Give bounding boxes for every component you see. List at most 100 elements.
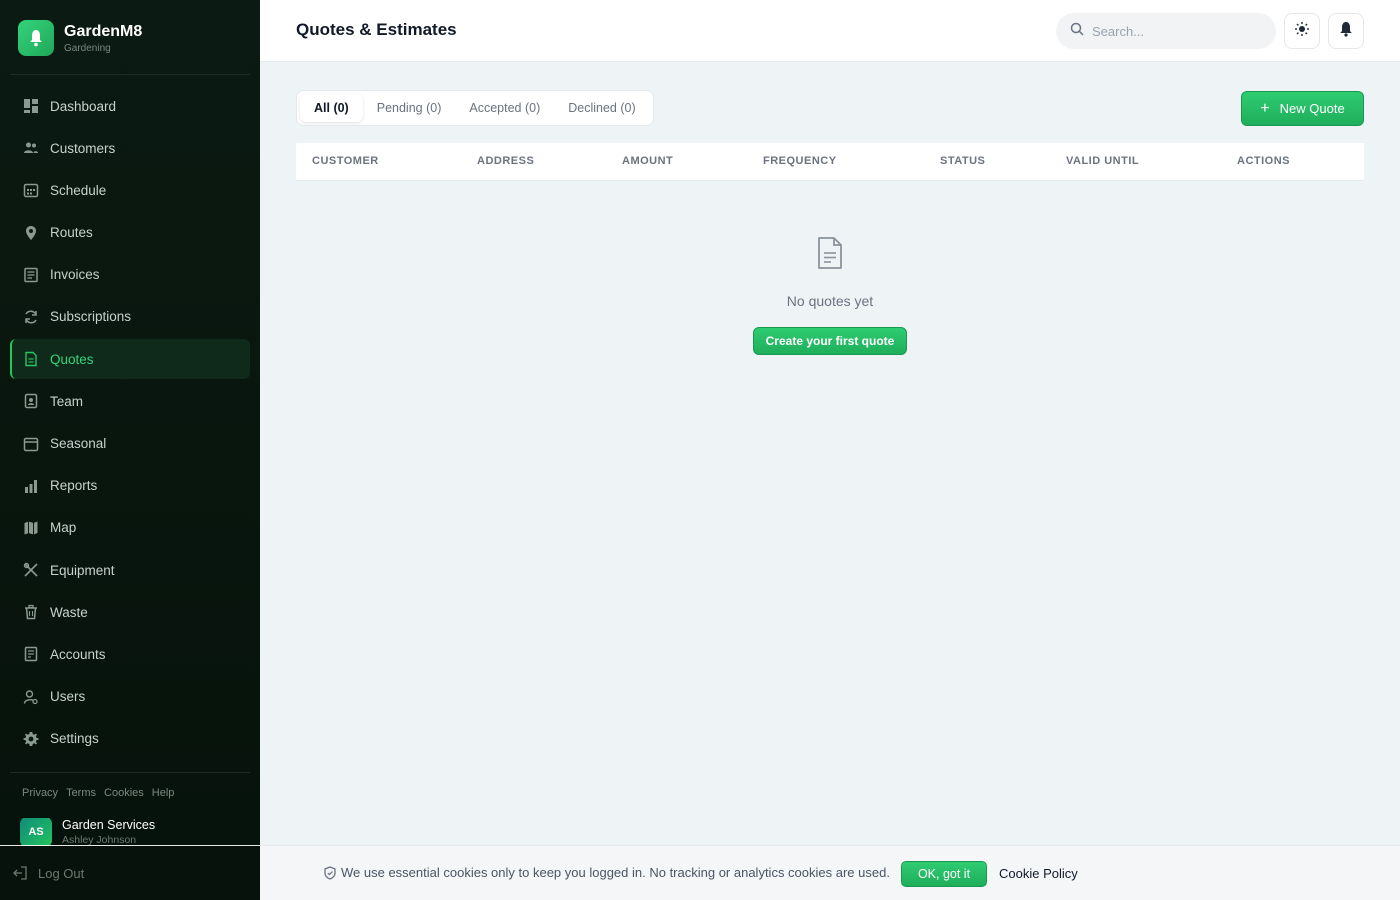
document-icon: [816, 236, 844, 275]
sidebar: GardenM8 Gardening Dashboard Customers S…: [0, 0, 260, 900]
logout-label: Log Out: [38, 865, 85, 881]
user-card[interactable]: AS Garden Services Ashley Johnson: [20, 818, 250, 846]
quotes-table-header: CUSTOMER ADDRESS AMOUNT FREQUENCY STATUS…: [296, 143, 1364, 181]
quote-status-tabs: All (0) Pending (0) Accepted (0) Decline…: [296, 90, 654, 126]
calendar-blank-icon: [22, 435, 40, 453]
sidebar-item-label: Customers: [50, 140, 116, 156]
refresh-icon: [22, 308, 40, 326]
sidebar-item-customers[interactable]: Customers: [10, 128, 250, 168]
sidebar-item-label: Team: [50, 393, 84, 409]
dashboard-icon: [22, 97, 40, 115]
sidebar-item-label: Settings: [50, 731, 99, 747]
sidebar-item-map[interactable]: Map: [10, 508, 250, 548]
shield-icon: [324, 865, 336, 880]
new-quote-button[interactable]: + New Quote: [1241, 91, 1364, 126]
sidebar-item-label: Schedule: [50, 182, 107, 198]
invoice-icon: [22, 266, 40, 284]
page-title: Quotes & Estimates: [296, 20, 457, 39]
sidebar-footer-links: Privacy Terms Cookies Help: [22, 787, 174, 799]
empty-state-message: No quotes yet: [786, 293, 874, 309]
tab-declined[interactable]: Declined (0): [554, 94, 649, 122]
sidebar-item-label: Seasonal: [50, 436, 107, 451]
create-first-quote-button[interactable]: Create your first quote: [753, 327, 907, 355]
document-icon: [22, 350, 40, 368]
top-header: Quotes & Estimates: [260, 0, 1400, 62]
divider: [10, 74, 250, 75]
sidebar-item-equipment[interactable]: Equipment: [10, 550, 250, 590]
sidebar-item-dashboard[interactable]: Dashboard: [10, 86, 250, 126]
calendar-icon: [22, 181, 40, 199]
column-header-status[interactable]: STATUS: [940, 155, 985, 167]
theme-toggle-button[interactable]: [1284, 13, 1320, 49]
plus-icon: +: [1260, 99, 1270, 117]
bell-icon: [18, 20, 54, 56]
column-header-address[interactable]: ADDRESS: [477, 155, 534, 167]
cookie-message: We use essential cookies only to keep yo…: [324, 865, 890, 880]
user-name: Garden Services: [62, 818, 156, 832]
sidebar-item-invoices[interactable]: Invoices: [10, 255, 250, 295]
cookies-link[interactable]: Cookies: [104, 787, 144, 799]
logout-button[interactable]: Log Out: [12, 865, 84, 881]
logout-icon: [12, 865, 28, 881]
sidebar-item-label: Equipment: [50, 562, 115, 578]
sidebar-item-label: Users: [50, 689, 86, 705]
sidebar-item-label: Quotes: [50, 351, 94, 367]
column-header-customer[interactable]: CUSTOMER: [312, 155, 379, 167]
brand-name: GardenM8: [64, 22, 143, 40]
divider: [10, 772, 250, 773]
tab-pending[interactable]: Pending (0): [363, 94, 456, 122]
cookie-accept-button[interactable]: OK, got it: [901, 861, 987, 887]
divider: [0, 845, 260, 846]
sidebar-item-subscriptions[interactable]: Subscriptions: [10, 297, 250, 337]
trash-icon: [22, 603, 40, 621]
sidebar-item-label: Dashboard: [50, 98, 117, 114]
brand-subtitle: Gardening: [64, 42, 111, 54]
avatar: AS: [20, 818, 52, 846]
sidebar-item-label: Invoices: [50, 267, 100, 283]
privacy-link[interactable]: Privacy: [22, 787, 58, 799]
sun-icon: [1294, 21, 1310, 42]
sidebar-item-accounts[interactable]: Accounts: [10, 634, 250, 674]
sidebar-item-reports[interactable]: Reports: [10, 466, 250, 506]
search-input[interactable]: [1092, 23, 1262, 39]
column-header-valid-until[interactable]: VALID UNTIL: [1066, 155, 1139, 167]
sidebar-item-label: Map: [50, 520, 77, 536]
search-box[interactable]: [1056, 13, 1276, 49]
sidebar-item-routes[interactable]: Routes: [10, 213, 250, 253]
search-icon: [1070, 22, 1084, 41]
sidebar-item-schedule[interactable]: Schedule: [10, 170, 250, 210]
tab-accepted[interactable]: Accepted (0): [455, 94, 554, 122]
sidebar-item-label: Accounts: [50, 646, 106, 662]
new-quote-label: New Quote: [1279, 101, 1345, 116]
sidebar-item-waste[interactable]: Waste: [10, 592, 250, 632]
column-header-frequency[interactable]: FREQUENCY: [763, 155, 837, 167]
sidebar-item-label: Waste: [50, 604, 88, 620]
column-header-amount[interactable]: AMOUNT: [622, 155, 673, 167]
brand[interactable]: GardenM8 Gardening: [18, 20, 142, 56]
sidebar-item-settings[interactable]: Settings: [10, 719, 250, 759]
cookie-policy-link[interactable]: Cookie Policy: [999, 866, 1078, 881]
notifications-button[interactable]: [1328, 13, 1364, 49]
users-icon: [22, 139, 40, 157]
badge-icon: [22, 392, 40, 410]
tools-icon: [22, 561, 40, 579]
cookie-text: We use essential cookies only to keep yo…: [341, 865, 890, 880]
sidebar-item-seasonal[interactable]: Seasonal: [10, 424, 250, 464]
ledger-icon: [22, 645, 40, 663]
sidebar-item-team[interactable]: Team: [10, 381, 250, 421]
help-link[interactable]: Help: [152, 787, 175, 799]
sidebar-item-quotes[interactable]: Quotes: [10, 339, 250, 380]
map-pin-icon: [22, 224, 40, 242]
tab-all[interactable]: All (0): [300, 94, 363, 122]
sidebar-item-users[interactable]: Users: [10, 677, 250, 717]
terms-link[interactable]: Terms: [66, 787, 96, 799]
bar-chart-icon: [22, 477, 40, 495]
sidebar-item-label: Routes: [50, 225, 93, 241]
bell-icon: [1339, 21, 1353, 42]
column-header-actions: ACTIONS: [1237, 155, 1290, 167]
gear-icon: [22, 730, 40, 748]
cookie-banner: We use essential cookies only to keep yo…: [260, 845, 1400, 900]
sidebar-item-label: Subscriptions: [50, 309, 132, 325]
sidebar-nav: Dashboard Customers Schedule Routes Invo…: [10, 86, 250, 761]
user-settings-icon: [22, 688, 40, 706]
